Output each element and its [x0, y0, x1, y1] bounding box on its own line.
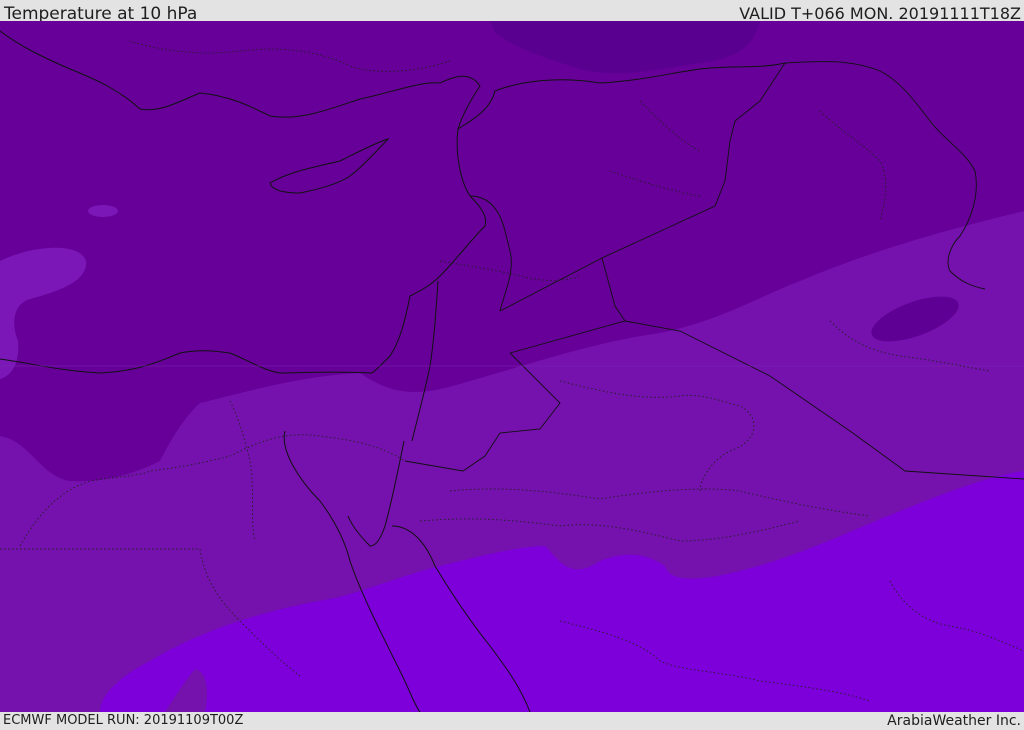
temperature-map: [0, 21, 1024, 712]
footer-bar: ECMWF MODEL RUN: 20191109T00Z ArabiaWeat…: [0, 712, 1024, 729]
small-light-blob: [88, 205, 118, 217]
model-run-label: ECMWF MODEL RUN: 20191109T00Z: [3, 713, 244, 728]
brand-label: ArabiaWeather Inc.: [887, 713, 1021, 729]
map-canvas: [0, 21, 1024, 712]
header-bar: Temperature at 10 hPa VALID T+066 MON. 2…: [0, 0, 1024, 24]
